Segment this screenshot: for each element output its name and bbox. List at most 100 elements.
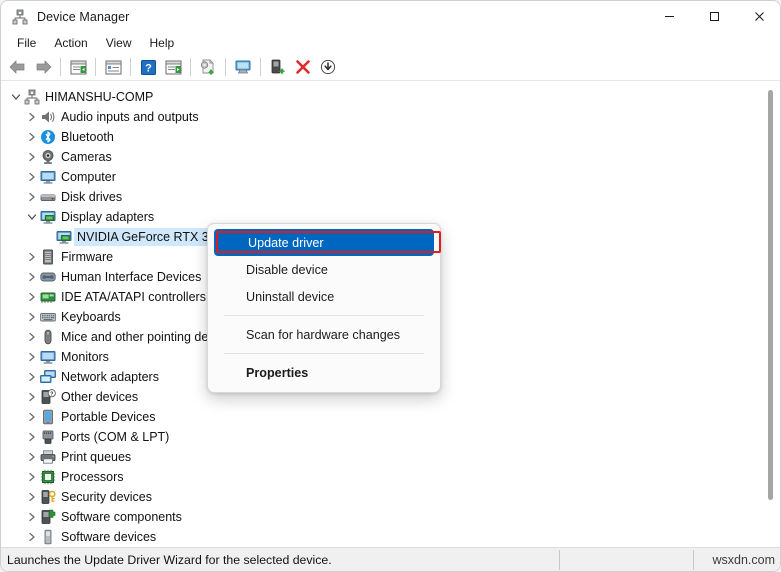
- tree-item-software-components[interactable]: Software components: [2, 507, 781, 527]
- tree-item-portable-devices[interactable]: Portable Devices: [2, 407, 781, 427]
- chevron-right-icon[interactable]: [24, 129, 40, 145]
- chevron-right-icon[interactable]: [24, 329, 40, 345]
- minimize-button[interactable]: [647, 1, 692, 32]
- toolbar-separator: [225, 58, 226, 76]
- chevron-down-icon[interactable]: [24, 209, 40, 225]
- device-manager-window: Device Manager File Action View Help: [0, 0, 781, 572]
- tree-item-audio-inputs-and-outputs[interactable]: Audio inputs and outputs: [2, 107, 781, 127]
- tree-item-label: Software components: [61, 509, 182, 525]
- tree-item-root[interactable]: HIMANSHU-COMP: [2, 87, 781, 107]
- chevron-right-icon[interactable]: [24, 509, 40, 525]
- show-hidden-devices-icon[interactable]: [161, 56, 185, 79]
- toolbar-separator: [190, 58, 191, 76]
- context-menu-item-disable-device[interactable]: Disable device: [212, 256, 436, 283]
- context-menu-separator: [224, 315, 424, 316]
- update-driver-icon[interactable]: [196, 56, 220, 79]
- chevron-right-icon[interactable]: [24, 469, 40, 485]
- disable-device-icon[interactable]: [316, 56, 340, 79]
- mouse-icon: [40, 329, 56, 345]
- chevron-right-icon[interactable]: [24, 369, 40, 385]
- chevron-right-icon[interactable]: [24, 309, 40, 325]
- tree-item-print-queues[interactable]: Print queues: [2, 447, 781, 467]
- status-separator: [693, 550, 694, 570]
- context-menu-item-update-driver[interactable]: Update driver: [214, 229, 434, 256]
- context-menu-item-scan-for-hardware-changes[interactable]: Scan for hardware changes: [212, 321, 436, 348]
- chevron-down-icon[interactable]: [8, 89, 24, 105]
- tree-item-cameras[interactable]: Cameras: [2, 147, 781, 167]
- chevron-right-icon[interactable]: [24, 149, 40, 165]
- svg-text:?: ?: [145, 62, 152, 74]
- menu-action[interactable]: Action: [45, 34, 96, 52]
- tree-item-label: Keyboards: [61, 309, 121, 325]
- tree-item-ports-com-lpt[interactable]: Ports (COM & LPT): [2, 427, 781, 447]
- chevron-right-icon[interactable]: [24, 349, 40, 365]
- tree-item-label: Other devices: [61, 389, 138, 405]
- details-icon[interactable]: [101, 56, 125, 79]
- ide-controller-icon: [40, 289, 56, 305]
- menu-view[interactable]: View: [97, 34, 141, 52]
- chevron-right-icon[interactable]: [24, 429, 40, 445]
- tree-item-software-devices[interactable]: Software devices: [2, 527, 781, 547]
- title-bar: Device Manager: [1, 1, 781, 32]
- scan-for-hardware-changes-icon[interactable]: [231, 56, 255, 79]
- port-icon: [40, 429, 56, 445]
- tree-item-computer[interactable]: Computer: [2, 167, 781, 187]
- tree-item-security-devices[interactable]: Security devices: [2, 487, 781, 507]
- tree-item-label: Firmware: [61, 249, 113, 265]
- bluetooth-icon: [40, 129, 56, 145]
- context-menu-item-uninstall-device[interactable]: Uninstall device: [212, 283, 436, 310]
- device-manager-icon: [12, 9, 28, 25]
- chevron-right-icon[interactable]: [24, 449, 40, 465]
- maximize-button[interactable]: [692, 1, 737, 32]
- forward-icon[interactable]: [31, 56, 55, 79]
- monitor-icon: [40, 169, 56, 185]
- tree-item-label: Processors: [61, 469, 124, 485]
- chevron-right-icon[interactable]: [24, 189, 40, 205]
- hid-icon: [40, 269, 56, 285]
- properties-icon[interactable]: [66, 56, 90, 79]
- status-separator: [559, 550, 560, 570]
- chevron-right-icon[interactable]: [24, 169, 40, 185]
- tree-item-bluetooth[interactable]: Bluetooth: [2, 127, 781, 147]
- tree-item-label: IDE ATA/ATAPI controllers: [61, 289, 206, 305]
- disk-drive-icon: [40, 189, 56, 205]
- status-bar: Launches the Update Driver Wizard for th…: [1, 547, 781, 571]
- other-device-icon: ?: [40, 389, 56, 405]
- chevron-right-icon[interactable]: [24, 389, 40, 405]
- watermark-text: wsxdn.com: [712, 553, 775, 567]
- help-icon[interactable]: ?: [136, 56, 160, 79]
- keyboard-icon: [40, 309, 56, 325]
- vertical-scrollbar[interactable]: [763, 82, 778, 547]
- tree-item-label: Software devices: [61, 529, 156, 545]
- tree-item-label: Ports (COM & LPT): [61, 429, 169, 445]
- enable-device-icon[interactable]: [266, 56, 290, 79]
- tree-item-processors[interactable]: Processors: [2, 467, 781, 487]
- chevron-right-icon[interactable]: [24, 409, 40, 425]
- context-menu-separator: [224, 353, 424, 354]
- chevron-right-icon[interactable]: [24, 529, 40, 545]
- close-button[interactable]: [737, 1, 781, 32]
- tree-item-label: Print queues: [61, 449, 131, 465]
- processor-icon: [40, 469, 56, 485]
- display-adapter-icon: [56, 229, 72, 245]
- chevron-right-icon[interactable]: [24, 109, 40, 125]
- chevron-right-icon[interactable]: [24, 269, 40, 285]
- tree-item-label: Portable Devices: [61, 409, 156, 425]
- context-menu[interactable]: Update driver Disable device Uninstall d…: [207, 223, 441, 393]
- back-icon[interactable]: [6, 56, 30, 79]
- context-menu-item-properties[interactable]: Properties: [212, 359, 436, 386]
- chevron-right-icon[interactable]: [24, 489, 40, 505]
- svg-text:?: ?: [50, 391, 53, 397]
- tree-item-label: Computer: [61, 169, 116, 185]
- scrollbar-thumb[interactable]: [768, 90, 773, 500]
- chevron-right-icon[interactable]: [24, 289, 40, 305]
- printer-icon: [40, 449, 56, 465]
- menu-file[interactable]: File: [8, 34, 45, 52]
- uninstall-device-icon[interactable]: [291, 56, 315, 79]
- monitor-icon: [40, 349, 56, 365]
- menu-help[interactable]: Help: [141, 34, 184, 52]
- window-controls: [647, 1, 781, 32]
- toolbar: ?: [1, 54, 781, 81]
- tree-item-disk-drives[interactable]: Disk drives: [2, 187, 781, 207]
- chevron-right-icon[interactable]: [24, 249, 40, 265]
